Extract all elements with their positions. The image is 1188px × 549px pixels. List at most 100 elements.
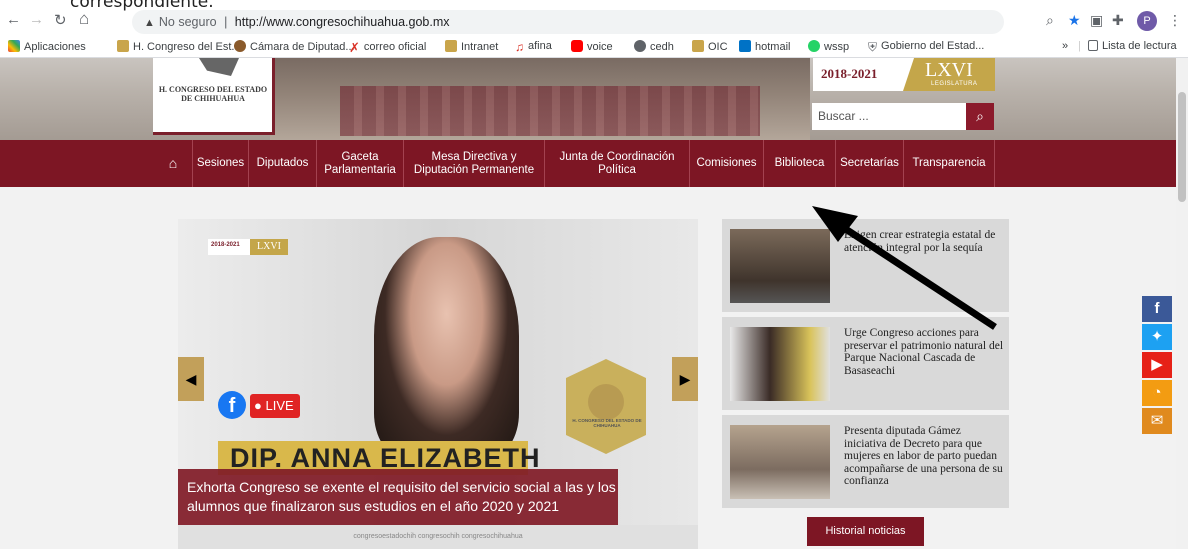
- warning-icon: ▲: [144, 17, 155, 29]
- live-dot-icon: ●: [254, 398, 262, 413]
- news-thumbnail: [730, 229, 830, 303]
- bookmark-label: wssp: [824, 41, 850, 53]
- news-item[interactable]: Exigen crear estrategia estatal de atenc…: [722, 219, 1009, 312]
- twitter-icon[interactable]: ✦: [1142, 324, 1172, 350]
- reading-list-label: Lista de lectura: [1102, 40, 1177, 52]
- search-button[interactable]: ⌕: [966, 103, 994, 130]
- intranet-icon: [445, 40, 457, 52]
- news-title[interactable]: Exigen crear estrategia estatal de atenc…: [844, 229, 1004, 254]
- slide-legislature-badge: 2018-2021 LXVI: [208, 239, 288, 255]
- bookmarks-bar: Aplicaciones H. Congreso del Est... Cáma…: [0, 36, 1188, 58]
- youtube-icon[interactable]: ▶: [1142, 352, 1172, 378]
- nav-biblioteca[interactable]: Biblioteca: [764, 140, 836, 187]
- zoom-icon[interactable]: ⌕: [1046, 12, 1054, 29]
- bookmark-wssp[interactable]: wssp: [808, 40, 849, 53]
- nav-sesiones[interactable]: Sesiones: [192, 140, 249, 187]
- slide-portrait: [374, 237, 519, 457]
- url-text: http://www.congresochihuahua.gob.mx: [234, 15, 450, 29]
- nav-home-icon[interactable]: ⌂: [160, 140, 186, 187]
- nav-gaceta[interactable]: Gaceta Parlamentaria: [317, 140, 404, 187]
- facebook-icon: f: [218, 391, 246, 419]
- scroll-thumb[interactable]: [1178, 92, 1186, 202]
- bookmark-hotmail[interactable]: hotmail: [739, 40, 790, 53]
- bookmark-label: H. Congreso del Est...: [133, 41, 241, 53]
- slide-badge-number: LXVI: [250, 239, 288, 255]
- bookmark-cedh[interactable]: cedh: [634, 40, 674, 53]
- news-thumbnail: [730, 327, 830, 401]
- page-scrollbar[interactable]: [1176, 58, 1188, 549]
- reading-list-button[interactable]: Lista de lectura: [1088, 40, 1177, 52]
- bookmark-oic[interactable]: OIC: [692, 40, 728, 53]
- bookmark-label: Intranet: [461, 41, 499, 53]
- menu-dots-icon[interactable]: ⋮: [1168, 12, 1182, 29]
- globe-icon: [634, 40, 646, 52]
- triangle-right-icon: ▶: [679, 371, 691, 387]
- reload-icon[interactable]: ↻: [54, 11, 67, 29]
- site-logo[interactable]: H. CONGRESO DEL ESTADO DE CHIHUAHUA: [153, 58, 275, 135]
- search-icon: ⌕: [976, 108, 984, 124]
- oic-icon: [692, 40, 704, 52]
- triangle-left-icon: ◀: [185, 371, 197, 387]
- logo-text: H. CONGRESO DEL ESTADO DE CHIHUAHUA: [158, 85, 268, 103]
- legislature-number: LXVI: [925, 59, 973, 81]
- browser-toolbar: ← → ↻ ⌂ ▲ No seguro | http://www.congreso…: [0, 9, 1188, 34]
- historial-noticias-button[interactable]: Historial noticias: [807, 517, 924, 546]
- legislature-years: 2018-2021: [821, 66, 878, 81]
- bookmark-label: correo oficial: [363, 41, 427, 53]
- news-slider[interactable]: 2018-2021 LXVI f ● LIVE H. CONGRESO DEL …: [178, 219, 698, 549]
- bookmark-label: hotmail: [755, 41, 791, 53]
- nav-junta-coordinacion[interactable]: Junta de Coordinación Política: [545, 140, 690, 187]
- congreso-icon: [117, 40, 129, 52]
- forward-icon[interactable]: →: [29, 11, 44, 28]
- bookmark-apps[interactable]: Aplicaciones: [8, 40, 86, 53]
- bookmark-intranet[interactable]: Intranet: [445, 40, 498, 53]
- slider-next-button[interactable]: ▶: [672, 357, 698, 401]
- nav-comisiones[interactable]: Comisiones: [690, 140, 764, 187]
- rss-icon[interactable]: ◔: [1142, 380, 1172, 406]
- bookmark-label: OIC: [708, 41, 728, 53]
- address-bar[interactable]: ▲ No seguro | http://www.congresochihuahu…: [132, 10, 1004, 34]
- header-seats-decoration: [340, 86, 760, 136]
- youtube-icon: [571, 40, 583, 52]
- camara-icon: [234, 40, 246, 52]
- bookmark-correo[interactable]: ✗ correo oficial: [349, 40, 427, 55]
- x-icon: ✗: [349, 40, 360, 55]
- separator: |: [1078, 40, 1081, 52]
- back-icon[interactable]: ←: [6, 11, 21, 28]
- news-item[interactable]: Presenta diputada Gámez iniciativa de De…: [722, 415, 1009, 508]
- news-item[interactable]: Urge Congreso acciones para preservar el…: [722, 317, 1009, 410]
- home-icon[interactable]: ⌂: [79, 9, 89, 29]
- search-input[interactable]: Buscar ...: [812, 103, 966, 130]
- site-header: H. CONGRESO DEL ESTADO DE CHIHUAHUA 2018…: [0, 58, 1188, 140]
- bookmark-camara[interactable]: Cámara de Diputad...: [234, 40, 355, 53]
- main-nav: ⌂ Sesiones Diputados Gaceta Parlamentari…: [0, 140, 1188, 187]
- nav-secretarias[interactable]: Secretarías: [836, 140, 904, 187]
- bookmark-voice[interactable]: voice: [571, 40, 613, 53]
- live-label: ● LIVE: [250, 394, 300, 418]
- mail-icon[interactable]: ✉: [1142, 408, 1172, 434]
- bookmark-label: cedh: [650, 41, 674, 53]
- bookmark-afina[interactable]: ♫ afina: [515, 40, 552, 54]
- nav-transparencia[interactable]: Transparencia: [904, 140, 995, 187]
- facebook-icon[interactable]: f: [1142, 296, 1172, 322]
- news-thumbnail: [730, 425, 830, 499]
- more-bookmarks-button[interactable]: »: [1062, 40, 1068, 52]
- extension-icon[interactable]: ▣: [1090, 12, 1103, 29]
- news-title[interactable]: Urge Congreso acciones para preservar el…: [844, 327, 1004, 377]
- news-title[interactable]: Presenta diputada Gámez iniciativa de De…: [844, 425, 1004, 488]
- reading-list-icon: [1088, 40, 1098, 51]
- nav-diputados[interactable]: Diputados: [249, 140, 317, 187]
- seal-emblem: [588, 384, 624, 420]
- bookmark-gobierno[interactable]: ⛨ Gobierno del Estad...: [868, 40, 985, 54]
- bookmark-congreso[interactable]: H. Congreso del Est...: [117, 40, 241, 53]
- bookmark-label: Gobierno del Estad...: [881, 40, 985, 52]
- puzzle-icon[interactable]: ✚: [1112, 12, 1124, 29]
- apps-grid-icon: [8, 40, 20, 52]
- slide-caption[interactable]: Exhorta Congreso se exente el requisito …: [178, 469, 618, 525]
- profile-avatar[interactable]: P: [1137, 11, 1157, 31]
- slider-prev-button[interactable]: ◀: [178, 357, 204, 401]
- nav-mesa-directiva[interactable]: Mesa Directiva y Diputación Permanente: [404, 140, 545, 187]
- bookmark-star-icon[interactable]: ★: [1068, 12, 1081, 29]
- slide-badge-years: 2018-2021: [211, 242, 240, 248]
- separator: |: [224, 15, 228, 29]
